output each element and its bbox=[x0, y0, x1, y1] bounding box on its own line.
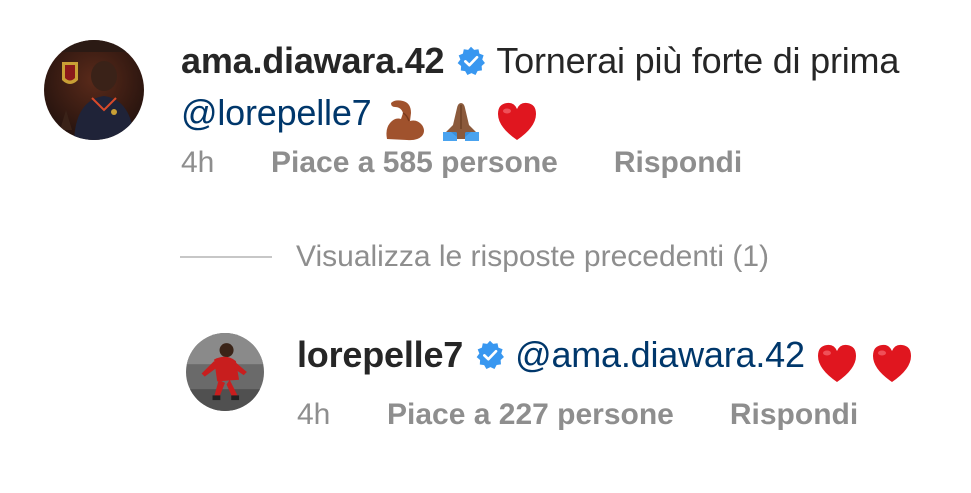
comment-body: ama.diawara.42 Tornerai più forte di prim… bbox=[181, 35, 941, 145]
likes-button[interactable]: Piace a 585 persone bbox=[271, 146, 558, 180]
folded-hands-icon bbox=[439, 99, 483, 143]
red-heart-icon bbox=[870, 342, 914, 384]
comment-mention[interactable]: @lorepelle7 bbox=[181, 92, 372, 133]
reply-username[interactable]: lorepelle7 bbox=[297, 334, 463, 375]
red-heart-icon bbox=[815, 342, 859, 384]
verified-badge-icon bbox=[475, 340, 505, 370]
red-heart-icon bbox=[495, 100, 539, 142]
comment-time: 4h bbox=[181, 146, 215, 179]
comment-meta: 4h Piace a 585 persone Rispondi bbox=[181, 146, 742, 180]
reply-button[interactable]: Rispondi bbox=[614, 146, 742, 180]
avatar[interactable] bbox=[44, 40, 144, 140]
reply-time: 4h bbox=[297, 398, 331, 431]
flexed-biceps-icon bbox=[381, 99, 427, 143]
comment-username[interactable]: ama.diawara.42 bbox=[181, 40, 445, 81]
view-previous-replies[interactable]: Visualizza le risposte precedenti (1) bbox=[180, 237, 769, 277]
view-previous-replies-label[interactable]: Visualizza le risposte precedenti (1) bbox=[296, 240, 769, 274]
reply-emojis bbox=[815, 335, 915, 387]
likes-button[interactable]: Piace a 227 persone bbox=[387, 398, 674, 432]
reply-mention[interactable]: @ama.diawara.42 bbox=[515, 334, 805, 375]
comment-emojis bbox=[381, 93, 539, 145]
avatar[interactable] bbox=[186, 333, 264, 411]
verified-badge-icon bbox=[456, 46, 486, 76]
reply-meta: 4h Piace a 227 persone Rispondi bbox=[297, 398, 858, 432]
reply-body: lorepelle7 @ama.diawara.42 bbox=[297, 329, 957, 387]
comment-text: Tornerai più forte di prima bbox=[496, 40, 900, 81]
reply-button[interactable]: Rispondi bbox=[730, 398, 858, 432]
divider bbox=[180, 256, 272, 258]
